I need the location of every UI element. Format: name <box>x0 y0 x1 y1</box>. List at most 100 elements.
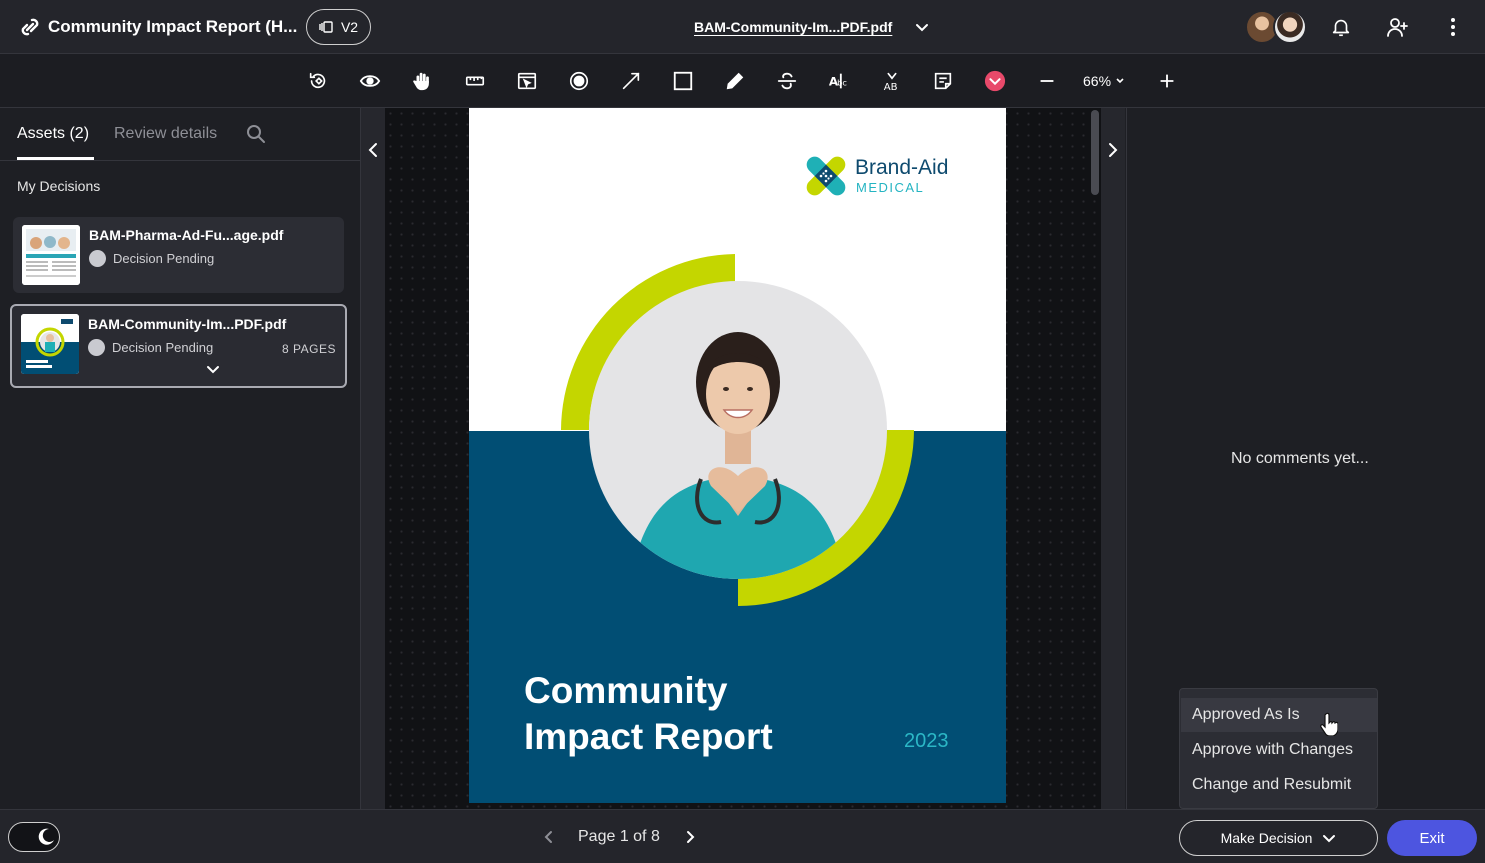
rectangle-tool[interactable] <box>670 68 696 94</box>
more-vertical-icon <box>1451 18 1455 36</box>
more-menu-button[interactable] <box>1440 14 1466 40</box>
report-title-line1: Community <box>524 670 728 711</box>
chevron-down-icon <box>1116 78 1124 84</box>
brand-name: Brand-Aid <box>855 156 949 179</box>
arrow-line-icon <box>622 72 640 90</box>
status-label: Decision Pending <box>113 251 215 266</box>
document-page[interactable]: Brand-Aid MEDICAL Community Impact Repor… <box>469 108 1006 803</box>
rotate-tool[interactable] <box>305 68 331 94</box>
chevron-left-icon[interactable] <box>541 829 557 845</box>
avatar[interactable] <box>1273 10 1307 44</box>
status-dot-icon <box>89 250 106 267</box>
rotate-icon <box>309 72 326 89</box>
page-count: 8 PAGES <box>282 342 336 356</box>
zoom-level-dropdown[interactable]: 66% <box>1083 73 1125 89</box>
brand-subtitle: MEDICAL <box>856 180 925 195</box>
zoom-in-button[interactable] <box>1154 68 1180 94</box>
note-icon <box>934 72 952 90</box>
add-user-button[interactable] <box>1384 14 1410 40</box>
menu-item-approve-with-changes[interactable]: Approve with Changes <box>1192 741 1353 759</box>
text-replace-tool[interactable]: Abc <box>826 68 852 94</box>
record-tool[interactable] <box>566 68 592 94</box>
tab-review-details[interactable]: Review details <box>114 125 217 143</box>
ruler-icon <box>465 76 485 86</box>
asset-name: BAM-Community-Im...PDF.pdf <box>88 316 287 332</box>
rectangle-icon <box>673 71 693 91</box>
collapse-right-panel[interactable] <box>1101 108 1125 809</box>
status-dot-icon <box>88 339 105 356</box>
menu-item-approved-as-is[interactable]: Approved As Is <box>1192 706 1300 724</box>
pen-tool[interactable] <box>722 68 748 94</box>
strikethrough-icon <box>777 72 797 90</box>
status-label: Decision Pending <box>112 340 214 355</box>
pan-tool[interactable] <box>409 68 435 94</box>
chevron-down-icon[interactable] <box>913 18 931 36</box>
plus-icon <box>1160 74 1174 88</box>
vertical-scrollbar[interactable] <box>1091 110 1099 195</box>
active-tab-indicator <box>17 157 94 160</box>
chevron-left-icon <box>368 143 377 157</box>
panel-tabs: Assets (2) Review details <box>0 108 361 161</box>
report-title: Community Impact Report <box>524 668 773 760</box>
exit-button[interactable]: Exit <box>1387 820 1477 856</box>
app-title: Community Impact Report (H... <box>48 17 298 36</box>
strikethrough-tool[interactable] <box>774 68 800 94</box>
make-decision-button[interactable]: Make Decision <box>1179 820 1378 856</box>
report-year: 2023 <box>904 730 949 752</box>
select-area-icon <box>517 72 537 90</box>
tab-assets[interactable]: Assets (2) <box>17 125 89 143</box>
bell-icon <box>1332 19 1350 37</box>
hero-nurse-image <box>561 254 914 606</box>
chevron-down-icon <box>1323 835 1336 843</box>
add-user-icon <box>1387 18 1408 37</box>
zoom-level: 66% <box>1083 73 1112 89</box>
brand-aid-logo <box>806 156 846 196</box>
record-icon <box>569 71 589 91</box>
notifications-button[interactable] <box>1328 14 1354 40</box>
make-decision-label: Make Decision <box>1220 830 1313 846</box>
top-bar: Community Impact Report (H... V2 BAM-Com… <box>0 0 1485 54</box>
annotation-toolbar: Abc AB 66% <box>0 54 1485 108</box>
svg-text:bc: bc <box>837 78 847 88</box>
arrow-tool[interactable] <box>618 68 644 94</box>
bottom-bar: Page 1 of 8 Make Decision Exit <box>0 809 1485 863</box>
select-area-tool[interactable] <box>514 68 540 94</box>
text-replace-icon: Abc <box>829 73 847 89</box>
moon-icon <box>38 828 54 845</box>
color-picker-tool[interactable] <box>982 68 1008 94</box>
pen-icon <box>726 72 744 90</box>
link-icon[interactable] <box>18 15 42 39</box>
file-title[interactable]: BAM-Community-Im...PDF.pdf <box>694 19 892 35</box>
asset-thumbnail <box>22 225 80 285</box>
color-picker-icon <box>984 70 1006 92</box>
section-label: My Decisions <box>17 178 101 194</box>
version-button[interactable]: V2 <box>306 9 371 45</box>
decision-menu: Approved As Is Approve with Changes Chan… <box>1179 688 1378 809</box>
asset-card[interactable]: BAM-Pharma-Ad-Fu...age.pdf Decision Pend… <box>13 217 344 293</box>
empty-comments-message: No comments yet... <box>1231 450 1369 467</box>
text-insert-tool[interactable]: AB <box>879 68 905 94</box>
versions-icon <box>319 21 333 33</box>
collaborator-avatars[interactable] <box>1245 10 1311 44</box>
asset-status: Decision Pending <box>89 250 214 267</box>
svg-text:AB: AB <box>884 82 898 92</box>
collapse-left-panel[interactable] <box>361 108 385 809</box>
chevron-down-icon[interactable] <box>205 361 221 377</box>
eye-icon <box>359 75 381 87</box>
chevron-right-icon <box>1109 143 1118 157</box>
asset-name: BAM-Pharma-Ad-Fu...age.pdf <box>89 227 284 243</box>
asset-card-selected[interactable]: BAM-Community-Im...PDF.pdf Decision Pend… <box>10 304 347 388</box>
zoom-out-button[interactable] <box>1034 68 1060 94</box>
menu-item-change-and-resubmit[interactable]: Change and Resubmit <box>1192 776 1351 794</box>
minus-icon <box>1040 80 1054 82</box>
hand-icon <box>413 72 429 91</box>
chevron-right-icon[interactable] <box>682 829 698 845</box>
view-tool[interactable] <box>357 68 383 94</box>
asset-thumbnail <box>21 314 79 374</box>
measure-tool[interactable] <box>462 68 488 94</box>
note-tool[interactable] <box>930 68 956 94</box>
dark-mode-toggle[interactable] <box>8 822 60 852</box>
version-label: V2 <box>340 19 359 35</box>
report-title-line2: Impact Report <box>524 716 773 757</box>
search-icon[interactable] <box>246 124 266 144</box>
